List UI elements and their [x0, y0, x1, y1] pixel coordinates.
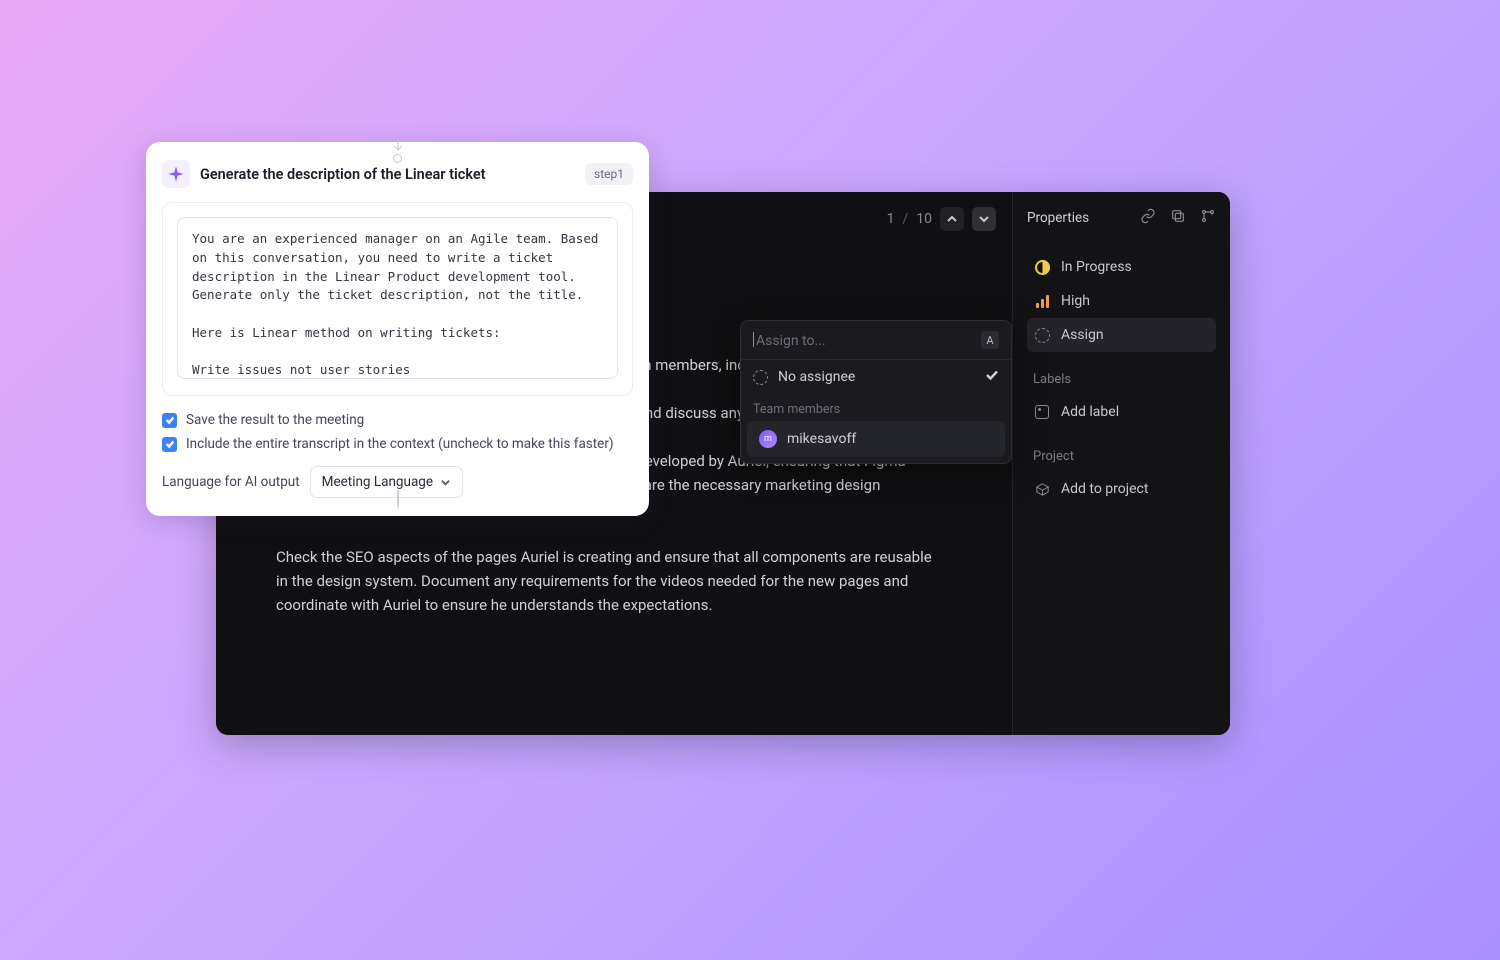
- no-assignee-option[interactable]: No assignee: [741, 360, 1011, 394]
- link-icon[interactable]: [1140, 208, 1156, 228]
- assign-popover: Assign to... A No assignee Team members …: [740, 320, 1012, 464]
- chevron-down-icon: [440, 477, 451, 488]
- properties-label: Properties: [1027, 210, 1089, 226]
- assign-icon: [1033, 326, 1051, 344]
- assign-label: Assign: [1061, 327, 1104, 343]
- card-header: Generate the description of the Linear t…: [146, 160, 649, 190]
- sidebar-top: Properties: [1027, 208, 1216, 228]
- pager-total: 10: [916, 211, 932, 227]
- assign-search[interactable]: Assign to... A: [741, 321, 1011, 360]
- include-transcript-option[interactable]: Include the entire transcript in the con…: [146, 432, 649, 456]
- check-icon: [985, 368, 999, 386]
- add-project-text: Add to project: [1061, 481, 1148, 497]
- node-dot-icon: [393, 154, 402, 163]
- no-assignee-label: No assignee: [778, 369, 855, 385]
- cube-icon: [1033, 480, 1051, 498]
- card-inner: You are an experienced manager on an Agi…: [162, 202, 633, 396]
- sparkle-icon: [162, 160, 190, 188]
- pager-up-button[interactable]: [940, 207, 964, 231]
- avatar-icon: m: [759, 430, 777, 448]
- flow-node-out: [397, 489, 399, 508]
- add-project-row[interactable]: Add to project: [1027, 472, 1216, 506]
- include-transcript-label: Include the entire transcript in the con…: [186, 436, 614, 452]
- labels-heading: Labels: [1033, 372, 1216, 387]
- copy-icon[interactable]: [1170, 208, 1186, 228]
- node-dot-icon: [397, 488, 399, 509]
- language-label: Language for AI output: [162, 474, 300, 490]
- checkbox-checked-icon[interactable]: [162, 413, 177, 428]
- pager-slash: /: [902, 211, 908, 227]
- team-member-option[interactable]: m mikesavoff: [747, 421, 1005, 457]
- language-select[interactable]: Meeting Language: [310, 466, 463, 498]
- save-result-label: Save the result to the meeting: [186, 412, 364, 428]
- pager: 1 / 10: [887, 207, 996, 231]
- save-result-option[interactable]: Save the result to the meeting: [146, 408, 649, 432]
- add-label-row[interactable]: Add label: [1027, 395, 1216, 429]
- priority-row[interactable]: High: [1027, 284, 1216, 318]
- priority-label: High: [1061, 293, 1090, 309]
- prompt-textarea[interactable]: You are an experienced manager on an Agi…: [177, 217, 618, 379]
- assign-row[interactable]: Assign: [1027, 318, 1216, 352]
- checkbox-checked-icon[interactable]: [162, 437, 177, 452]
- label-icon: [1033, 403, 1051, 421]
- status-row[interactable]: In Progress: [1027, 250, 1216, 284]
- status-label: In Progress: [1061, 259, 1132, 275]
- linear-sidebar: Properties In Progress High Assign Label…: [1012, 192, 1230, 735]
- project-heading: Project: [1033, 449, 1216, 464]
- step-pill: step1: [585, 163, 633, 185]
- pager-current: 1: [887, 211, 895, 227]
- card-title: Generate the description of the Linear t…: [200, 166, 575, 183]
- flow-arrow-in: [392, 140, 404, 163]
- issue-paragraph: Check the SEO aspects of the pages Aurie…: [276, 545, 936, 617]
- assign-dashed-icon: [753, 370, 768, 385]
- assign-kbd: A: [981, 331, 999, 349]
- assign-search-placeholder: Assign to...: [753, 332, 826, 349]
- language-select-value: Meeting Language: [322, 474, 433, 490]
- priority-icon: [1033, 292, 1051, 310]
- prompt-card: Generate the description of the Linear t…: [146, 142, 649, 516]
- pager-down-button[interactable]: [972, 207, 996, 231]
- member-name: mikesavoff: [787, 431, 856, 447]
- status-icon: [1033, 258, 1051, 276]
- team-members-heading: Team members: [741, 394, 1011, 421]
- add-label-text: Add label: [1061, 404, 1119, 420]
- branch-icon[interactable]: [1200, 208, 1216, 228]
